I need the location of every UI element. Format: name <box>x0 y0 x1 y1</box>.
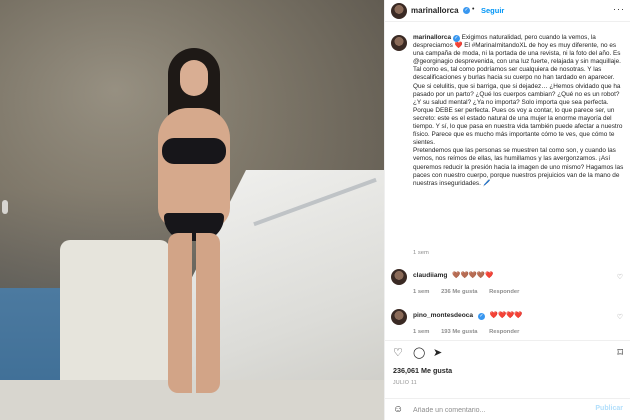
share-icon[interactable]: ➤ <box>433 347 442 359</box>
comment-meta: 1 sem 236 Me gusta Responder <box>413 289 529 295</box>
author-avatar[interactable] <box>391 3 407 19</box>
author-username[interactable]: marinallorca <box>411 6 459 15</box>
comment-text: claudiiamg 🤎🤎🤎🤎❤️ <box>413 271 493 279</box>
comment-likes[interactable]: 236 Me gusta <box>441 289 477 295</box>
comment-time[interactable]: 1 sem <box>413 329 429 335</box>
post-actions-bar: ♡ ◯ ➤ ⌑ <box>385 340 630 364</box>
comment-likes[interactable]: 193 Me gusta <box>441 329 477 335</box>
caption-text: marinallorca ✓ Exigimos naturalidad, per… <box>413 34 625 188</box>
comment-body: ❤️❤️❤️❤️ <box>489 312 523 319</box>
publish-button[interactable]: Publicar <box>595 405 623 412</box>
follow-button[interactable]: Seguir <box>481 6 504 15</box>
comment-verified-icon: ✓ <box>477 313 485 320</box>
emoji-icon[interactable]: ☺ <box>393 404 403 415</box>
comment-avatar[interactable] <box>391 309 407 325</box>
post-photo[interactable] <box>0 0 384 420</box>
photo-person-bikini-top <box>162 138 226 164</box>
comment-input[interactable] <box>413 404 583 416</box>
likes-count[interactable]: 236,061 Me gusta <box>393 366 452 375</box>
comment-time[interactable]: 1 sem <box>413 289 429 295</box>
photo-person-legs <box>168 233 220 393</box>
comment-username[interactable]: pino_montesdeoca <box>413 312 473 319</box>
verified-icon: ✓ <box>463 7 470 14</box>
post-header: marinallorca ✓ • Seguir ··· <box>385 0 630 22</box>
comment-item: pino_montesdeoca ✓ ❤️❤️❤️❤️ 1 sem 193 Me… <box>385 308 630 342</box>
post-date[interactable]: JULIO 11 <box>393 380 417 386</box>
comment-text: pino_montesdeoca ✓ ❤️❤️❤️❤️ <box>413 311 523 320</box>
comment-item: claudiiamg 🤎🤎🤎🤎❤️ 1 sem 236 Me gusta Res… <box>385 268 630 302</box>
caption-paragraph-2: Pretendemos que las personas se muestren… <box>413 147 624 187</box>
instagram-post-view: marinallorca ✓ • Seguir ··· marinallorca… <box>0 0 630 420</box>
header-separator: • <box>472 6 475 13</box>
comment-username[interactable]: claudiiamg <box>413 272 447 279</box>
photo-person <box>148 48 240 393</box>
photo-person-face <box>180 60 208 96</box>
comment-icon[interactable]: ◯ <box>413 347 425 359</box>
caption-verified-icon: ✓ <box>452 35 460 42</box>
comment-body: 🤎🤎🤎🤎❤️ <box>452 272 494 279</box>
photo-person-torso <box>158 108 230 228</box>
post-side-panel: marinallorca ✓ • Seguir ··· marinallorca… <box>384 0 630 420</box>
caption-author-username[interactable]: marinallorca <box>413 34 451 41</box>
comment-avatar[interactable] <box>391 269 407 285</box>
add-comment-bar: ☺ Publicar <box>385 398 630 420</box>
comment-heart-icon[interactable]: ♡ <box>617 313 623 321</box>
comment-heart-icon[interactable]: ♡ <box>617 273 623 281</box>
comment-reply-button[interactable]: Responder <box>489 329 519 335</box>
heart-icon[interactable]: ♡ <box>393 347 403 359</box>
comment-reply-button[interactable]: Responder <box>489 289 519 295</box>
caption-timestamp[interactable]: 1 sem <box>413 250 429 256</box>
caption-author-avatar[interactable] <box>391 35 407 51</box>
more-icon[interactable]: ··· <box>613 4 625 14</box>
bookmark-icon[interactable]: ⌑ <box>617 347 623 359</box>
comment-meta: 1 sem 193 Me gusta Responder <box>413 329 529 335</box>
prev-post-arrow-icon[interactable] <box>2 200 8 214</box>
caption-paragraph-1: Exigimos naturalidad, pero cuando la vem… <box>413 34 623 147</box>
